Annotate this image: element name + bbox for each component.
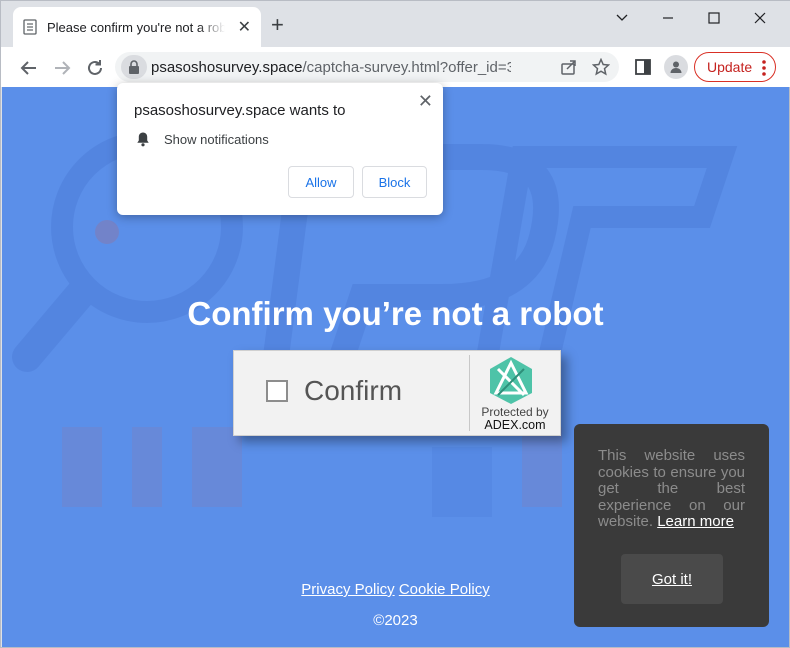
cookie-text: This website uses cookies to ensure you … bbox=[598, 447, 745, 531]
cookie-banner: This website uses cookies to ensure you … bbox=[574, 424, 769, 627]
more-vert-icon[interactable] bbox=[761, 59, 767, 77]
captcha-protected-by: Protected by ADEX.com bbox=[470, 406, 560, 432]
tab-active[interactable]: Please confirm you're not a robot ✕ bbox=[13, 7, 261, 47]
document-icon bbox=[23, 19, 37, 35]
browser-window: Please confirm you're not a robot ✕ + ps… bbox=[0, 0, 790, 648]
close-icon[interactable]: ✕ bbox=[238, 17, 251, 37]
lock-icon[interactable] bbox=[121, 55, 147, 79]
forward-arrow-icon[interactable] bbox=[51, 57, 73, 79]
profile-icon[interactable] bbox=[664, 55, 688, 79]
protected-by-brand: ADEX.com bbox=[484, 418, 546, 432]
privacy-policy-link[interactable]: Privacy Policy bbox=[301, 581, 394, 598]
learn-more-link[interactable]: Learn more bbox=[657, 513, 734, 530]
tab-strip: Please confirm you're not a robot ✕ + bbox=[1, 1, 790, 47]
notification-permission-popup: psasoshosurvey.space wants to ✕ Show not… bbox=[117, 83, 443, 215]
new-tab-button[interactable]: + bbox=[271, 14, 284, 36]
block-button[interactable]: Block bbox=[362, 166, 427, 198]
captcha-widget: Confirm Protected by ADEX.com bbox=[233, 350, 561, 436]
back-arrow-icon[interactable] bbox=[18, 57, 40, 79]
update-label: Update bbox=[707, 59, 753, 75]
tab-title: Please confirm you're not a robot bbox=[47, 19, 225, 35]
cookie-policy-link[interactable]: Cookie Policy bbox=[399, 581, 490, 598]
got-it-button[interactable]: Got it! bbox=[621, 554, 723, 604]
captcha-checkbox[interactable] bbox=[266, 380, 288, 402]
permission-title: psasoshosurvey.space wants to bbox=[134, 102, 346, 119]
toolbar: psasoshosurvey.space/captcha-survey.html… bbox=[1, 47, 790, 87]
adex-logo bbox=[490, 357, 532, 404]
url-host: psasoshosurvey.space bbox=[151, 59, 303, 76]
url-path: /captcha-survey.html?offer_id=393501... bbox=[302, 59, 511, 76]
star-icon[interactable] bbox=[592, 58, 610, 76]
window-close-icon[interactable] bbox=[745, 11, 775, 31]
side-panel-icon[interactable] bbox=[634, 58, 652, 76]
minimize-icon[interactable] bbox=[607, 11, 637, 31]
minimize-window-icon[interactable] bbox=[653, 11, 683, 31]
update-button[interactable]: Update bbox=[694, 52, 776, 82]
allow-button[interactable]: Allow bbox=[288, 166, 354, 198]
bell-icon bbox=[137, 132, 149, 147]
reload-icon[interactable] bbox=[84, 57, 106, 79]
url-text[interactable]: psasoshosurvey.space/captcha-survey.html… bbox=[151, 59, 511, 76]
maximize-icon[interactable] bbox=[699, 11, 729, 31]
captcha-label: Confirm bbox=[304, 375, 403, 406]
permission-text: Show notifications bbox=[164, 132, 269, 147]
share-icon[interactable] bbox=[560, 58, 578, 76]
page-headline: Confirm you’re not a robot bbox=[187, 295, 604, 332]
close-icon[interactable]: ✕ bbox=[418, 91, 433, 112]
address-bar[interactable]: psasoshosurvey.space/captcha-survey.html… bbox=[115, 52, 619, 82]
